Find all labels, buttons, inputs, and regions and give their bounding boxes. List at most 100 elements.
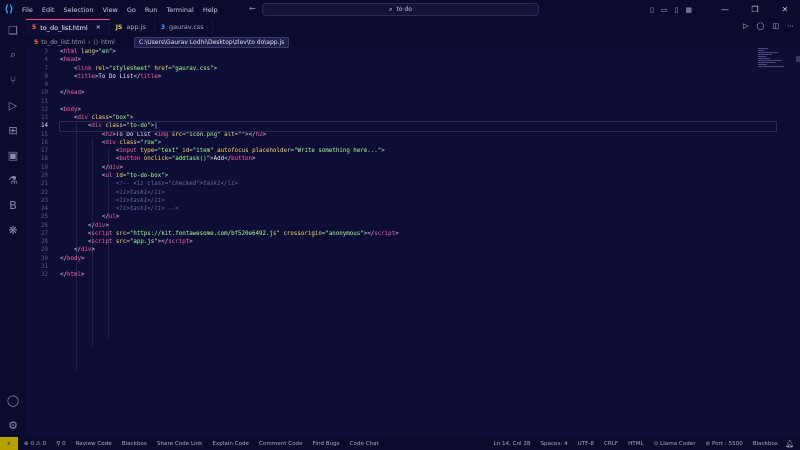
toggle-secondary-sidebar-icon[interactable]: ▯ [675, 6, 679, 14]
code-line: <div class="box"> [73, 115, 134, 122]
close-icon[interactable]: ✕ [770, 5, 800, 14]
run-icon[interactable]: ▷ [743, 22, 748, 30]
encoding[interactable]: UTF-8 [578, 441, 594, 447]
line-number: 3 [44, 49, 49, 55]
line-number: 9 [44, 82, 49, 89]
notifications-bell-icon[interactable]: 🔔︎ [785, 440, 794, 448]
code-line: <title>To Do List</title> [73, 73, 162, 80]
share-code-link-button[interactable]: Share Code Link [157, 441, 202, 447]
settings-gear-icon[interactable]: ⚙ [6, 418, 20, 432]
search-text: to do [396, 6, 412, 13]
line-number-current: 14 [41, 123, 48, 130]
blackbox-button[interactable]: Blackbox [122, 441, 147, 447]
source-control-icon[interactable]: ⑂ [6, 73, 20, 87]
editor-actions: ▷ ◯ ◫ ⋯ [743, 22, 794, 30]
code-chat-button[interactable]: Code Chat [350, 441, 379, 447]
line-number: 13 [41, 115, 48, 122]
code-line: </div> [101, 164, 123, 171]
tab-gaurav-css[interactable]: 3 gaurav.css [155, 19, 213, 35]
code-line: <li>task1</li> --> [115, 206, 179, 213]
code-line: </ul> [101, 214, 120, 221]
minimap[interactable] [758, 48, 788, 78]
menu-edit[interactable]: Edit [42, 6, 55, 14]
explorer-icon[interactable]: ❏ [6, 23, 20, 37]
go-live-icon[interactable]: ◯ [757, 22, 765, 30]
live-server-port[interactable]: ⊘ Port : 5500 [706, 441, 743, 447]
code-line: </div> [87, 222, 109, 229]
toggle-panel-icon[interactable]: ▭ [661, 6, 668, 14]
review-code-button[interactable]: Review Code [76, 441, 112, 447]
testing-icon[interactable]: ⚗ [6, 173, 20, 187]
menu-terminal[interactable]: Terminal [166, 6, 193, 14]
comment-code-button[interactable]: Comment Code [259, 441, 303, 447]
breadcrumb-element[interactable]: html [101, 39, 115, 46]
language-mode[interactable]: HTML [628, 441, 644, 447]
code-lines: <html lang="en"> <head> <link rel="style… [59, 48, 777, 279]
code-line: <body> [60, 106, 81, 113]
back-arrow-icon[interactable]: ← [249, 4, 256, 13]
tab-close-icon[interactable]: ✕ [96, 24, 101, 31]
code-line: </div> [73, 247, 95, 254]
line-number: 26 [41, 222, 48, 229]
menu-file[interactable]: File [22, 6, 33, 14]
find-bugs-button[interactable]: Find Bugs [313, 441, 340, 447]
breadcrumb-file[interactable]: to_do_list.html [41, 39, 85, 46]
line-number: 22 [41, 189, 48, 196]
ports-count: 0 [62, 440, 66, 447]
menu-selection[interactable]: Selection [63, 6, 93, 14]
code-line: </head> [60, 90, 85, 97]
remote-explorer-icon[interactable]: ▣ [6, 148, 20, 162]
menu-run[interactable]: Run [145, 6, 157, 14]
blackbox-status[interactable]: Blackbox [753, 441, 778, 447]
search-icon[interactable]: ⌕ [6, 48, 20, 62]
llama-coder-status[interactable]: ⊙ Llama Coder [654, 441, 696, 447]
code-line-current: <div class="to-do">| [59, 121, 777, 132]
menu-go[interactable]: Go [127, 6, 136, 14]
code-line: <ul id="to-do-box"> [101, 172, 169, 179]
split-editor-icon[interactable]: ◫ [772, 22, 779, 30]
line-number: 12 [41, 106, 48, 113]
tab-app-js[interactable]: JS app.js [110, 19, 155, 35]
menu-view[interactable]: View [102, 6, 117, 14]
customize-layout-icon[interactable]: ▦ [685, 6, 692, 14]
line-number: 7 [44, 65, 49, 72]
line-number: 16 [41, 139, 48, 146]
code-line: <link rel="stylesheet" href="gaurav.css"… [73, 65, 218, 72]
extensions-icon[interactable]: ⊞ [6, 123, 20, 137]
code-line: <li>task1</li> [115, 197, 165, 204]
line-ending[interactable]: CRLF [604, 441, 618, 447]
maximize-icon[interactable]: ❐ [740, 5, 770, 14]
more-actions-icon[interactable]: ⋯ [787, 22, 794, 30]
code-line: <h2>To Do List <img src="icon.png" alt="… [101, 131, 267, 138]
ports-indicator[interactable]: ⚲ 0 [56, 441, 65, 447]
breadcrumb: 5 to_do_list.html › ⟨⟩ html [34, 37, 115, 47]
line-number: 25 [41, 214, 48, 221]
code-line: </body> [60, 255, 85, 262]
menu-help[interactable]: Help [203, 6, 218, 14]
code-line: <script src="app.js"></script> [87, 239, 193, 246]
explain-code-button[interactable]: Explain Code [212, 441, 249, 447]
errors-count: 0 [30, 440, 35, 447]
code-editor[interactable]: 3 4 7 8 9 10 11 12 13 14 15 16 17 18 19 … [26, 48, 800, 437]
cursor-position[interactable]: Ln 14, Col 28 [494, 441, 531, 447]
html-file-icon: 5 [32, 24, 37, 31]
tab-to-do-list-html[interactable]: 5 to_do_list.html ✕ [26, 19, 110, 35]
element-icon: ⟨⟩ [93, 38, 99, 46]
accounts-icon[interactable]: ◯ [6, 393, 20, 407]
code-line: <input type="text" id="item" autofocus p… [115, 148, 385, 155]
chatgpt-icon[interactable]: ❋ [6, 223, 20, 237]
problems-indicator[interactable]: ⊗ 0 ⚠ 0 [24, 441, 46, 447]
toggle-sidebar-icon[interactable]: ▯ [650, 6, 654, 14]
status-left: ⊗ 0 ⚠ 0 ⚲ 0 Review Code Blackbox Share C… [24, 441, 379, 447]
scrollbar-thumb[interactable] [796, 56, 800, 62]
line-number: 24 [41, 206, 48, 213]
minimize-icon[interactable]: — [710, 5, 740, 14]
remote-indicator-icon[interactable]: ⚡ [0, 437, 18, 450]
run-debug-icon[interactable]: ▷ [6, 98, 20, 112]
css-file-icon: 3 [160, 23, 166, 31]
indentation[interactable]: Spaces: 4 [540, 441, 567, 447]
command-center-search[interactable]: ⌕ to do [262, 3, 539, 16]
blackbox-icon[interactable]: B [6, 198, 20, 212]
